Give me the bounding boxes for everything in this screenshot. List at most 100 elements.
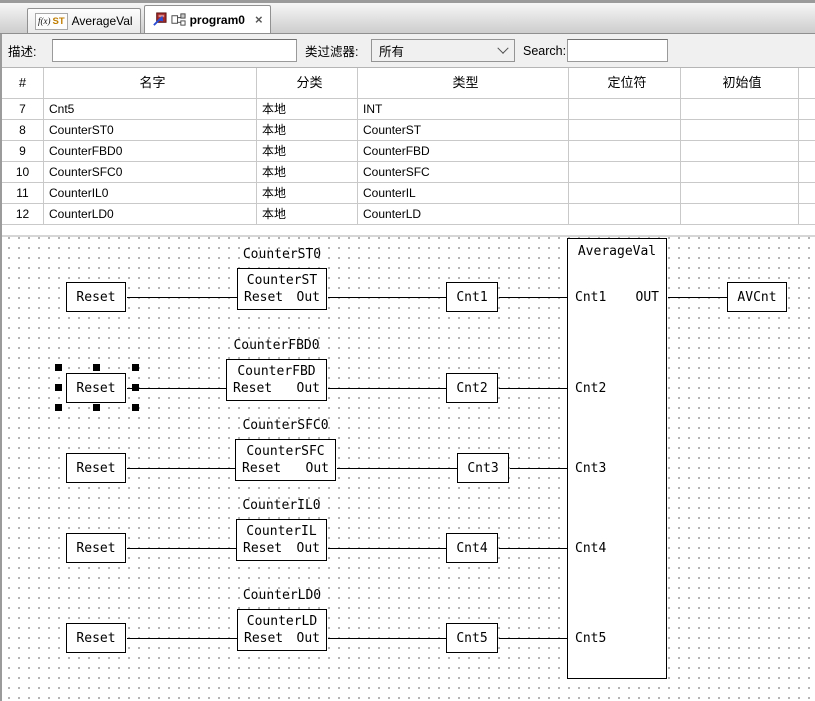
cnt-variable-box[interactable]: Cnt3	[457, 453, 509, 483]
wire[interactable]	[499, 548, 567, 549]
var-type[interactable]: CounterLD	[358, 204, 569, 225]
wire[interactable]	[127, 388, 226, 389]
var-category[interactable]: 本地	[257, 141, 358, 162]
var-name[interactable]: Cnt5	[44, 99, 257, 120]
var-type[interactable]: INT	[358, 99, 569, 120]
header-category[interactable]: 分类	[257, 68, 358, 99]
var-initval[interactable]	[681, 162, 799, 183]
fb-input-pin[interactable]: Cnt1	[575, 290, 606, 306]
var-type[interactable]: CounterSFC	[358, 162, 569, 183]
selection-handle[interactable]	[55, 384, 62, 391]
var-name[interactable]: CounterFBD0	[44, 141, 257, 162]
var-locator[interactable]	[569, 99, 681, 120]
fb-block-counteril[interactable]: CounterIL Reset Out	[236, 519, 327, 561]
header-initval[interactable]: 初始值	[681, 68, 799, 99]
fb-instance-name[interactable]: CounterST0	[237, 248, 327, 262]
class-filter-select[interactable]: 所有	[371, 39, 515, 62]
fb-block-countersfc[interactable]: CounterSFC Reset Out	[235, 439, 336, 481]
reset-variable-box[interactable]: Reset	[66, 453, 126, 483]
var-type[interactable]: CounterFBD	[358, 141, 569, 162]
close-icon[interactable]: ×	[255, 13, 263, 26]
var-type[interactable]: CounterST	[358, 120, 569, 141]
search-input[interactable]	[567, 39, 668, 62]
fb-input-pin[interactable]: Reset	[244, 631, 283, 647]
fb-block-counterld[interactable]: CounterLD Reset Out	[237, 609, 327, 651]
fb-instance-name[interactable]: CounterFBD0	[226, 339, 327, 353]
var-category[interactable]: 本地	[257, 183, 358, 204]
wire[interactable]	[127, 297, 237, 298]
fb-instance-name[interactable]: CounterSFC0	[235, 419, 336, 433]
tab-averageval[interactable]: f(x)ST AverageVal	[27, 8, 141, 33]
fb-input-pin[interactable]: Reset	[243, 541, 282, 557]
header-name[interactable]: 名字	[44, 68, 257, 99]
description-input[interactable]	[52, 39, 297, 62]
var-category[interactable]: 本地	[257, 162, 358, 183]
var-category[interactable]: 本地	[257, 120, 358, 141]
var-initval[interactable]	[681, 204, 799, 225]
fb-input-pin[interactable]: Cnt5	[575, 631, 606, 647]
fb-input-pin[interactable]: Reset	[244, 290, 283, 306]
wire[interactable]	[499, 638, 567, 639]
fb-output-pin[interactable]: Out	[297, 631, 320, 647]
reset-variable-box[interactable]: Reset	[66, 623, 126, 653]
wire[interactable]	[328, 388, 446, 389]
fb-input-pin[interactable]: Cnt3	[575, 461, 606, 477]
wire[interactable]	[328, 638, 446, 639]
fb-output-pin[interactable]: Out	[297, 290, 320, 306]
wire[interactable]	[328, 297, 446, 298]
var-category[interactable]: 本地	[257, 204, 358, 225]
wire[interactable]	[337, 468, 457, 469]
fb-output-pin[interactable]: Out	[297, 541, 320, 557]
cnt-variable-box[interactable]: Cnt2	[446, 373, 498, 403]
reset-variable-box-selected[interactable]: Reset	[66, 373, 126, 403]
var-locator[interactable]	[569, 141, 681, 162]
selection-handle[interactable]	[93, 404, 100, 411]
var-name[interactable]: CounterSFC0	[44, 162, 257, 183]
header-type[interactable]: 类型	[358, 68, 569, 99]
cnt-variable-box[interactable]: Cnt1	[446, 282, 498, 312]
wire[interactable]	[499, 388, 567, 389]
selection-handle[interactable]	[55, 364, 62, 371]
fb-input-pin[interactable]: Cnt4	[575, 541, 606, 557]
wire[interactable]	[127, 468, 235, 469]
var-locator[interactable]	[569, 120, 681, 141]
fb-output-pin[interactable]: OUT	[636, 290, 659, 306]
var-name[interactable]: CounterST0	[44, 120, 257, 141]
fb-input-pin[interactable]: Reset	[233, 381, 272, 397]
var-type[interactable]: CounterIL	[358, 183, 569, 204]
cnt-variable-box[interactable]: Cnt4	[446, 533, 498, 563]
wire[interactable]	[668, 297, 727, 298]
header-num[interactable]: #	[2, 68, 44, 99]
cnt-variable-box[interactable]: Cnt5	[446, 623, 498, 653]
var-locator[interactable]	[569, 183, 681, 204]
var-category[interactable]: 本地	[257, 99, 358, 120]
selection-handle[interactable]	[132, 364, 139, 371]
var-name[interactable]: CounterIL0	[44, 183, 257, 204]
var-initval[interactable]	[681, 120, 799, 141]
wire[interactable]	[127, 548, 236, 549]
var-name[interactable]: CounterLD0	[44, 204, 257, 225]
fb-input-pin[interactable]: Cnt2	[575, 381, 606, 397]
fb-block-counterst[interactable]: CounterST Reset Out	[237, 268, 327, 310]
wire[interactable]	[127, 638, 237, 639]
wire[interactable]	[499, 297, 567, 298]
reset-variable-box[interactable]: Reset	[66, 282, 126, 312]
fb-block-averageval[interactable]: AverageVal Cnt1 Cnt2 Cnt3 Cnt4 Cnt5 OUT	[567, 238, 667, 679]
fbd-editor-canvas[interactable]: Reset CounterST0 CounterST Reset Out Cnt…	[2, 237, 815, 701]
var-initval[interactable]	[681, 99, 799, 120]
fb-block-counterfbd[interactable]: CounterFBD Reset Out	[226, 359, 327, 401]
selection-handle[interactable]	[132, 404, 139, 411]
var-locator[interactable]	[569, 204, 681, 225]
wire[interactable]	[328, 548, 446, 549]
avcnt-variable-box[interactable]: AVCnt	[727, 282, 787, 312]
var-locator[interactable]	[569, 162, 681, 183]
reset-variable-box[interactable]: Reset	[66, 533, 126, 563]
selection-handle[interactable]	[93, 364, 100, 371]
header-locator[interactable]: 定位符	[569, 68, 681, 99]
fb-instance-name[interactable]: CounterIL0	[236, 499, 327, 513]
var-initval[interactable]	[681, 141, 799, 162]
fb-instance-name[interactable]: CounterLD0	[237, 589, 327, 603]
var-initval[interactable]	[681, 183, 799, 204]
wire[interactable]	[510, 468, 567, 469]
selection-handle[interactable]	[55, 404, 62, 411]
